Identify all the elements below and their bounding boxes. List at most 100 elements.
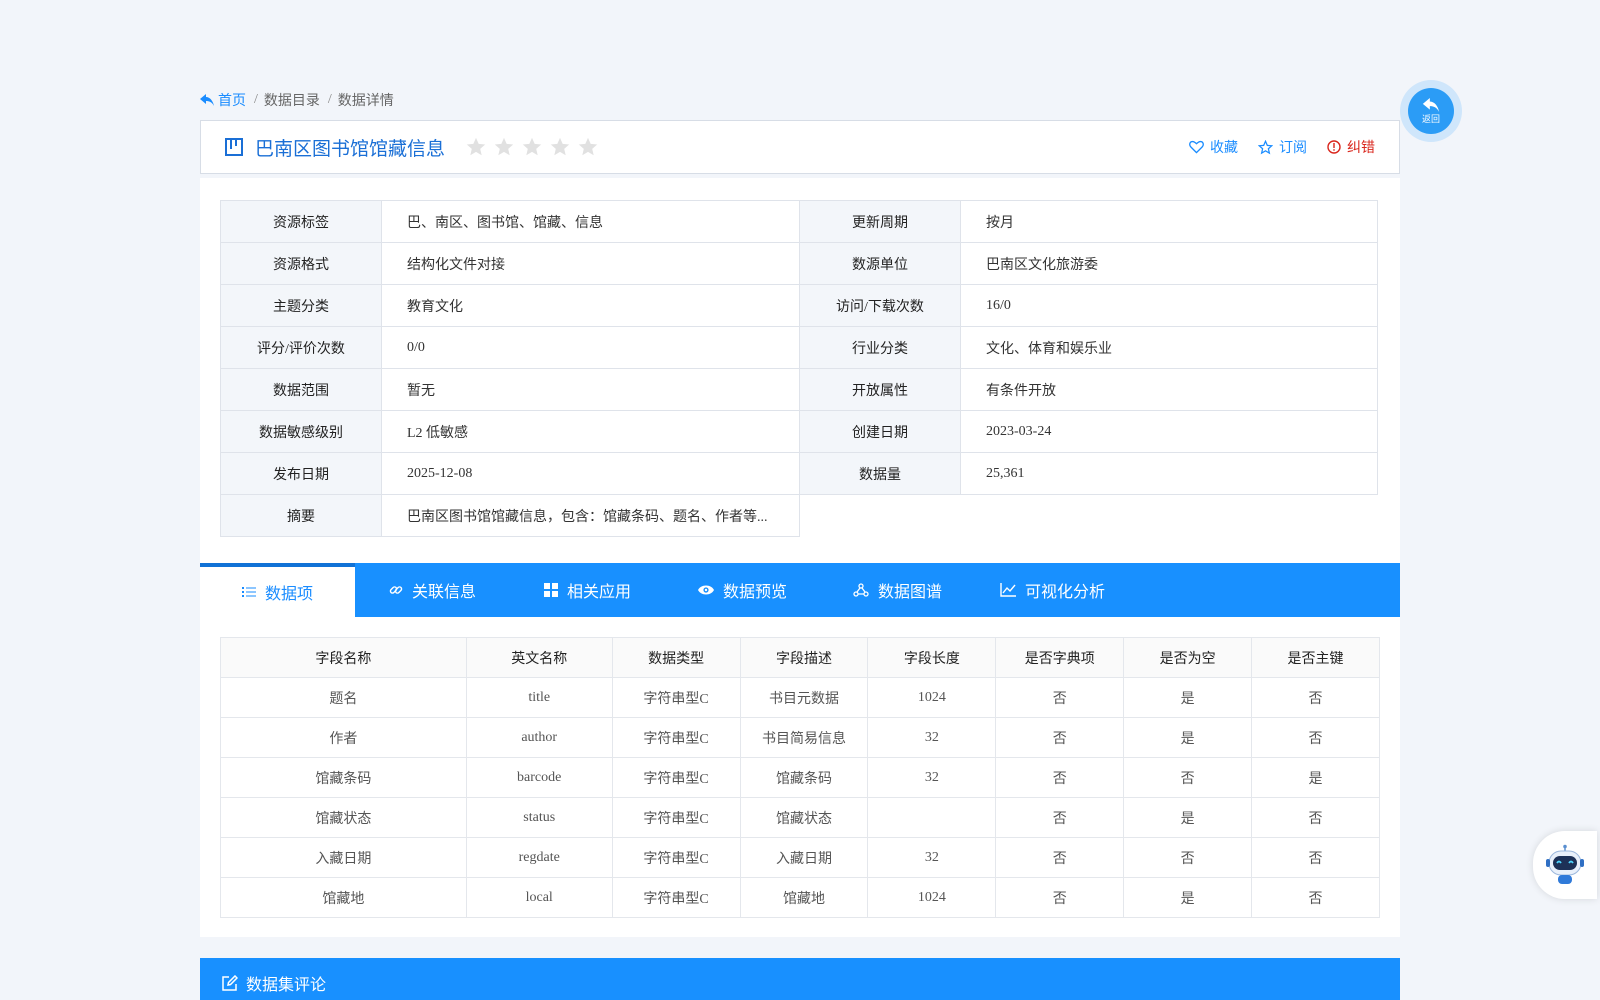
table-cell: 否 <box>1251 837 1380 878</box>
tab-related-info[interactable]: 关联信息 <box>355 563 510 617</box>
info-row: 评分/评价次数 0/0 行业分类 文化、体育和娱乐业 <box>220 326 1378 369</box>
info-row: 资源格式 结构化文件对接 数源单位 巴南区文化旅游委 <box>220 242 1378 285</box>
table-cell: 否 <box>995 877 1125 918</box>
title-bar: 巴南区图书馆馆藏信息 收藏 订阅 纠错 <box>200 120 1400 174</box>
info-key: 发布日期 <box>220 452 382 495</box>
table-cell: 题名 <box>220 677 467 718</box>
info-value: 巴南区文化旅游委 <box>960 242 1378 285</box>
tab-data-items[interactable]: 数据项 <box>200 563 355 617</box>
link-icon <box>389 586 403 594</box>
line-chart-icon <box>1000 583 1016 597</box>
tab-label: 可视化分析 <box>1024 584 1105 601</box>
table-cell: 馆藏地 <box>220 877 467 918</box>
tab-label: 数据项 <box>264 586 313 603</box>
tab-label: 相关应用 <box>566 584 631 601</box>
tab-data-preview[interactable]: 数据预览 <box>665 563 820 617</box>
reply-arrow-icon <box>200 94 214 106</box>
info-value: 25,361 <box>960 452 1378 495</box>
info-row: 数据敏感级别 L2 低敏感 创建日期 2023-03-24 <box>220 410 1378 453</box>
star-icon[interactable] <box>465 136 487 158</box>
info-value: 按月 <box>960 200 1378 243</box>
table-cell: 馆藏状态 <box>739 797 869 838</box>
column-header: 字段描述 <box>739 637 869 678</box>
table-cell: 否 <box>1251 677 1380 718</box>
column-header: 是否为空 <box>1123 637 1253 678</box>
reply-arrow-icon <box>1422 97 1440 112</box>
info-value: 暂无 <box>381 368 800 411</box>
table-cell: author <box>465 717 613 758</box>
breadcrumb-catalog[interactable]: 数据目录 <box>264 90 320 110</box>
breadcrumb-current: 数据详情 <box>337 94 394 109</box>
info-value: 有条件开放 <box>960 368 1378 411</box>
table-row: 馆藏状态 status 字符串型C 馆藏状态 否 是 否 <box>220 797 1380 838</box>
rating-stars[interactable] <box>465 136 599 158</box>
table-cell: 1024 <box>867 677 997 718</box>
info-value: 2025-12-08 <box>381 452 800 495</box>
info-row: 数据范围 暂无 开放属性 有条件开放 <box>220 368 1378 411</box>
star-icon[interactable] <box>549 136 571 158</box>
info-row: 发布日期 2025-12-08 数据量 25,361 <box>220 452 1378 495</box>
star-outline-icon <box>1258 139 1273 154</box>
heart-icon <box>1189 140 1204 154</box>
tab-visual-analysis[interactable]: 可视化分析 <box>975 563 1130 617</box>
info-value: L2 低敏感 <box>381 410 800 453</box>
grid-icon <box>543 583 558 597</box>
table-row: 作者 author 字符串型C 书目简易信息 32 否 是 否 <box>220 717 1380 758</box>
report-label: 纠错 <box>1347 141 1375 156</box>
table-cell: 馆藏条码 <box>739 757 869 798</box>
info-key: 数据范围 <box>220 368 382 411</box>
info-value: 教育文化 <box>381 284 800 327</box>
table-cell: 否 <box>1123 757 1253 798</box>
table-cell: 作者 <box>220 717 467 758</box>
tab-label: 关联信息 <box>411 584 476 601</box>
table-cell: 32 <box>867 757 997 798</box>
info-panel: 资源标签 巴、南区、图书馆、馆藏、信息 更新周期 按月 资源格式 结构化文件对接… <box>200 178 1400 563</box>
table-cell: 否 <box>995 677 1125 718</box>
info-key: 评分/评价次数 <box>220 326 382 369</box>
info-value: 结构化文件对接 <box>381 242 800 285</box>
table-cell: 馆藏状态 <box>220 797 467 838</box>
table-cell: regdate <box>465 837 613 878</box>
breadcrumb: 首页 / 数据目录 / 数据详情 <box>200 90 394 110</box>
info-key: 数据量 <box>799 452 961 495</box>
table-cell <box>867 797 997 838</box>
star-icon[interactable] <box>493 136 515 158</box>
page-title: 巴南区图书馆馆藏信息 <box>255 138 446 160</box>
graph-icon <box>853 583 869 597</box>
table-cell: 是 <box>1123 677 1253 718</box>
back-label: 返回 <box>1421 113 1440 124</box>
favorite-button[interactable]: 收藏 <box>1189 137 1238 157</box>
table-cell: 32 <box>867 717 997 758</box>
alert-circle-icon <box>1327 140 1341 154</box>
back-button[interactable]: 返回 <box>1400 80 1462 142</box>
info-row: 主题分类 教育文化 访问/下载次数 16/0 <box>220 284 1378 327</box>
info-value: 2023-03-24 <box>960 410 1378 453</box>
assistant-robot-button[interactable] <box>1533 831 1597 899</box>
column-header: 是否字典项 <box>995 637 1125 678</box>
info-key: 资源标签 <box>220 200 382 243</box>
report-button[interactable]: 纠错 <box>1327 137 1375 157</box>
tab-data-graph[interactable]: 数据图谱 <box>820 563 975 617</box>
column-header: 是否主键 <box>1251 637 1380 678</box>
table-cell: 是 <box>1123 797 1253 838</box>
table-row: 入藏日期 regdate 字符串型C 入藏日期 32 否 否 否 <box>220 837 1380 878</box>
tab-related-apps[interactable]: 相关应用 <box>510 563 665 617</box>
table-cell: title <box>465 677 613 718</box>
star-icon[interactable] <box>577 136 599 158</box>
eye-icon <box>697 585 714 595</box>
table-cell: 1024 <box>867 877 997 918</box>
subscribe-button[interactable]: 订阅 <box>1258 137 1307 157</box>
table-cell: status <box>465 797 613 838</box>
edit-icon <box>222 975 238 991</box>
info-key: 创建日期 <box>799 410 961 453</box>
table-cell: barcode <box>465 757 613 798</box>
table-cell: 字符串型C <box>611 877 741 918</box>
table-row: 馆藏条码 barcode 字符串型C 馆藏条码 32 否 否 是 <box>220 757 1380 798</box>
info-value: 0/0 <box>381 326 800 369</box>
breadcrumb-home[interactable]: 首页 <box>200 90 246 110</box>
column-header: 数据类型 <box>611 637 741 678</box>
table-cell: 否 <box>995 757 1125 798</box>
table-cell: 书目简易信息 <box>739 717 869 758</box>
star-icon[interactable] <box>521 136 543 158</box>
detail-tabs: 数据项 关联信息 相关应用 数据预览 数据图谱 可视化分析 <box>200 563 1400 617</box>
